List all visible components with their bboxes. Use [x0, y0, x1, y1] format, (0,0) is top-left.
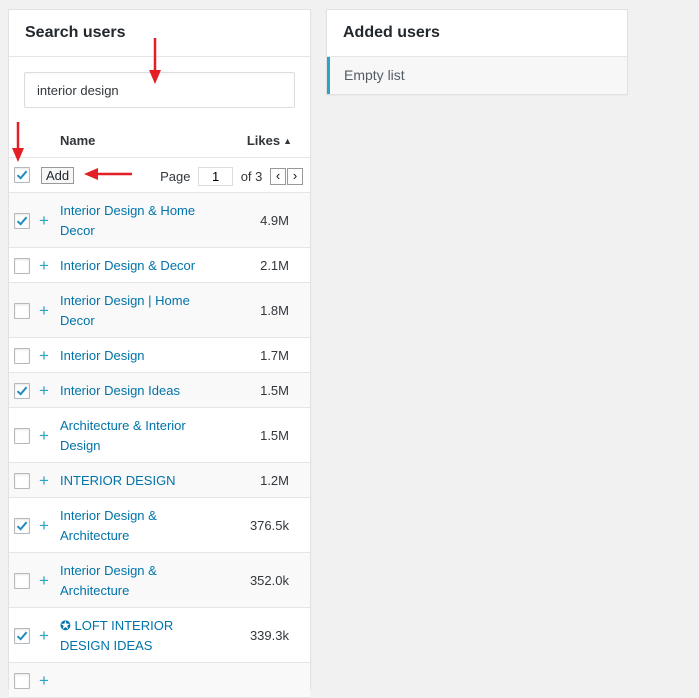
- page-label: Page: [160, 169, 191, 185]
- user-name-link[interactable]: Interior Design & Architecture: [60, 561, 205, 601]
- row-select-checkbox[interactable]: [14, 347, 30, 364]
- column-likes-label: Likes: [246, 133, 281, 148]
- user-likes-count: 4.9M: [260, 213, 289, 228]
- user-likes-count: 352.0k: [249, 573, 289, 588]
- add-user-plus-icon[interactable]: +: [39, 572, 49, 589]
- result-row: + Interior Design & Architecture 376.5k: [9, 498, 310, 553]
- column-likes-header[interactable]: Likes ▲: [247, 133, 292, 148]
- result-row: + Interior Design & Decor 2.1M: [9, 248, 310, 283]
- result-row: + Architecture & Interior Design 1.5M: [9, 408, 310, 463]
- checkmark-icon: [16, 521, 28, 531]
- add-user-plus-icon[interactable]: +: [39, 627, 49, 644]
- result-row: +: [9, 663, 310, 698]
- user-name-link[interactable]: Interior Design: [60, 346, 205, 366]
- user-name-link[interactable]: Interior Design & Architecture: [60, 506, 205, 546]
- annotation-arrow-left-icon: [84, 168, 132, 180]
- user-likes-count: 1.5M: [260, 428, 289, 443]
- add-user-plus-icon[interactable]: +: [39, 382, 49, 399]
- row-select-checkbox[interactable]: [14, 672, 30, 689]
- user-likes-count: 1.2M: [260, 473, 289, 488]
- row-select-checkbox[interactable]: [14, 517, 30, 534]
- column-name-header[interactable]: Name: [60, 133, 95, 148]
- add-user-plus-icon[interactable]: +: [39, 302, 49, 319]
- checkmark-icon: [16, 631, 28, 641]
- checkmark-icon: [16, 216, 28, 226]
- page-count: of 3: [240, 169, 263, 185]
- user-likes-count: 1.5M: [260, 383, 289, 398]
- results-toolbar: Add Page of 3 ‹›: [9, 157, 310, 193]
- user-likes-count: 1.8M: [260, 303, 289, 318]
- result-row: + Interior Design Ideas 1.5M: [9, 373, 310, 408]
- row-select-checkbox[interactable]: [14, 427, 30, 444]
- add-user-plus-icon[interactable]: +: [39, 472, 49, 489]
- result-row: + INTERIOR DESIGN 1.2M: [9, 463, 310, 498]
- row-select-checkbox[interactable]: [14, 382, 30, 399]
- user-likes-count: 2.1M: [260, 258, 289, 273]
- user-name-link[interactable]: INTERIOR DESIGN: [60, 471, 205, 491]
- checkmark-icon: [16, 386, 28, 396]
- annotation-arrow-down-icon: [149, 38, 161, 84]
- result-row: + Interior Design & Architecture 352.0k: [9, 553, 310, 608]
- user-name-link[interactable]: Interior Design | Home Decor: [60, 291, 205, 331]
- prev-page-button[interactable]: ‹: [270, 168, 286, 186]
- next-page-button[interactable]: ›: [287, 168, 303, 186]
- annotation-arrow-down-icon: [12, 122, 24, 162]
- user-likes-count: 376.5k: [249, 518, 289, 533]
- user-name-link[interactable]: Interior Design Ideas: [60, 381, 205, 401]
- add-button[interactable]: Add: [41, 167, 75, 184]
- row-select-checkbox[interactable]: [14, 302, 30, 319]
- result-row: + Interior Design | Home Decor 1.8M: [9, 283, 310, 338]
- checkmark-icon: [16, 170, 28, 180]
- add-user-plus-icon[interactable]: +: [39, 672, 49, 689]
- add-user-plus-icon[interactable]: +: [39, 212, 49, 229]
- results-list: + Interior Design & Home Decor 4.9M + Interi…: [9, 193, 310, 698]
- row-select-checkbox[interactable]: [14, 257, 30, 274]
- added-users-title: Added users: [327, 10, 627, 57]
- page-number-input[interactable]: [198, 167, 234, 187]
- user-likes-count: 1.7M: [260, 348, 289, 363]
- sort-ascending-icon: ▲: [283, 136, 292, 146]
- results-column-header: Name Likes ▲: [9, 128, 310, 157]
- row-select-checkbox[interactable]: [14, 627, 30, 644]
- add-user-plus-icon[interactable]: +: [39, 347, 49, 364]
- user-name-link[interactable]: Interior Design & Decor: [60, 256, 205, 276]
- row-select-checkbox[interactable]: [14, 212, 30, 229]
- row-select-checkbox[interactable]: [14, 472, 30, 489]
- result-row: + ✪ LOFT INTERIOR DESIGN IDEAS 339.3k: [9, 608, 310, 663]
- add-user-plus-icon[interactable]: +: [39, 517, 49, 534]
- result-row: + Interior Design 1.7M: [9, 338, 310, 373]
- search-users-panel: Search users Name Likes▲ Add Page of 3 ‹…: [8, 9, 311, 698]
- result-row: + Interior Design & Home Decor 4.9M: [9, 193, 310, 248]
- user-name-link[interactable]: Architecture & Interior Design: [60, 416, 205, 456]
- add-user-plus-icon[interactable]: +: [39, 257, 49, 274]
- user-name-link[interactable]: ✪ LOFT INTERIOR DESIGN IDEAS: [60, 616, 205, 656]
- empty-list-message: Empty list: [327, 57, 627, 94]
- select-all-checkbox[interactable]: [14, 167, 30, 183]
- add-user-plus-icon[interactable]: +: [39, 427, 49, 444]
- row-select-checkbox[interactable]: [14, 572, 30, 589]
- pagination: Page of 3 ‹›: [160, 166, 303, 187]
- user-name-link[interactable]: Interior Design & Home Decor: [60, 201, 205, 241]
- user-likes-count: 339.3k: [249, 628, 289, 643]
- added-users-panel: Added users Empty list: [326, 9, 628, 95]
